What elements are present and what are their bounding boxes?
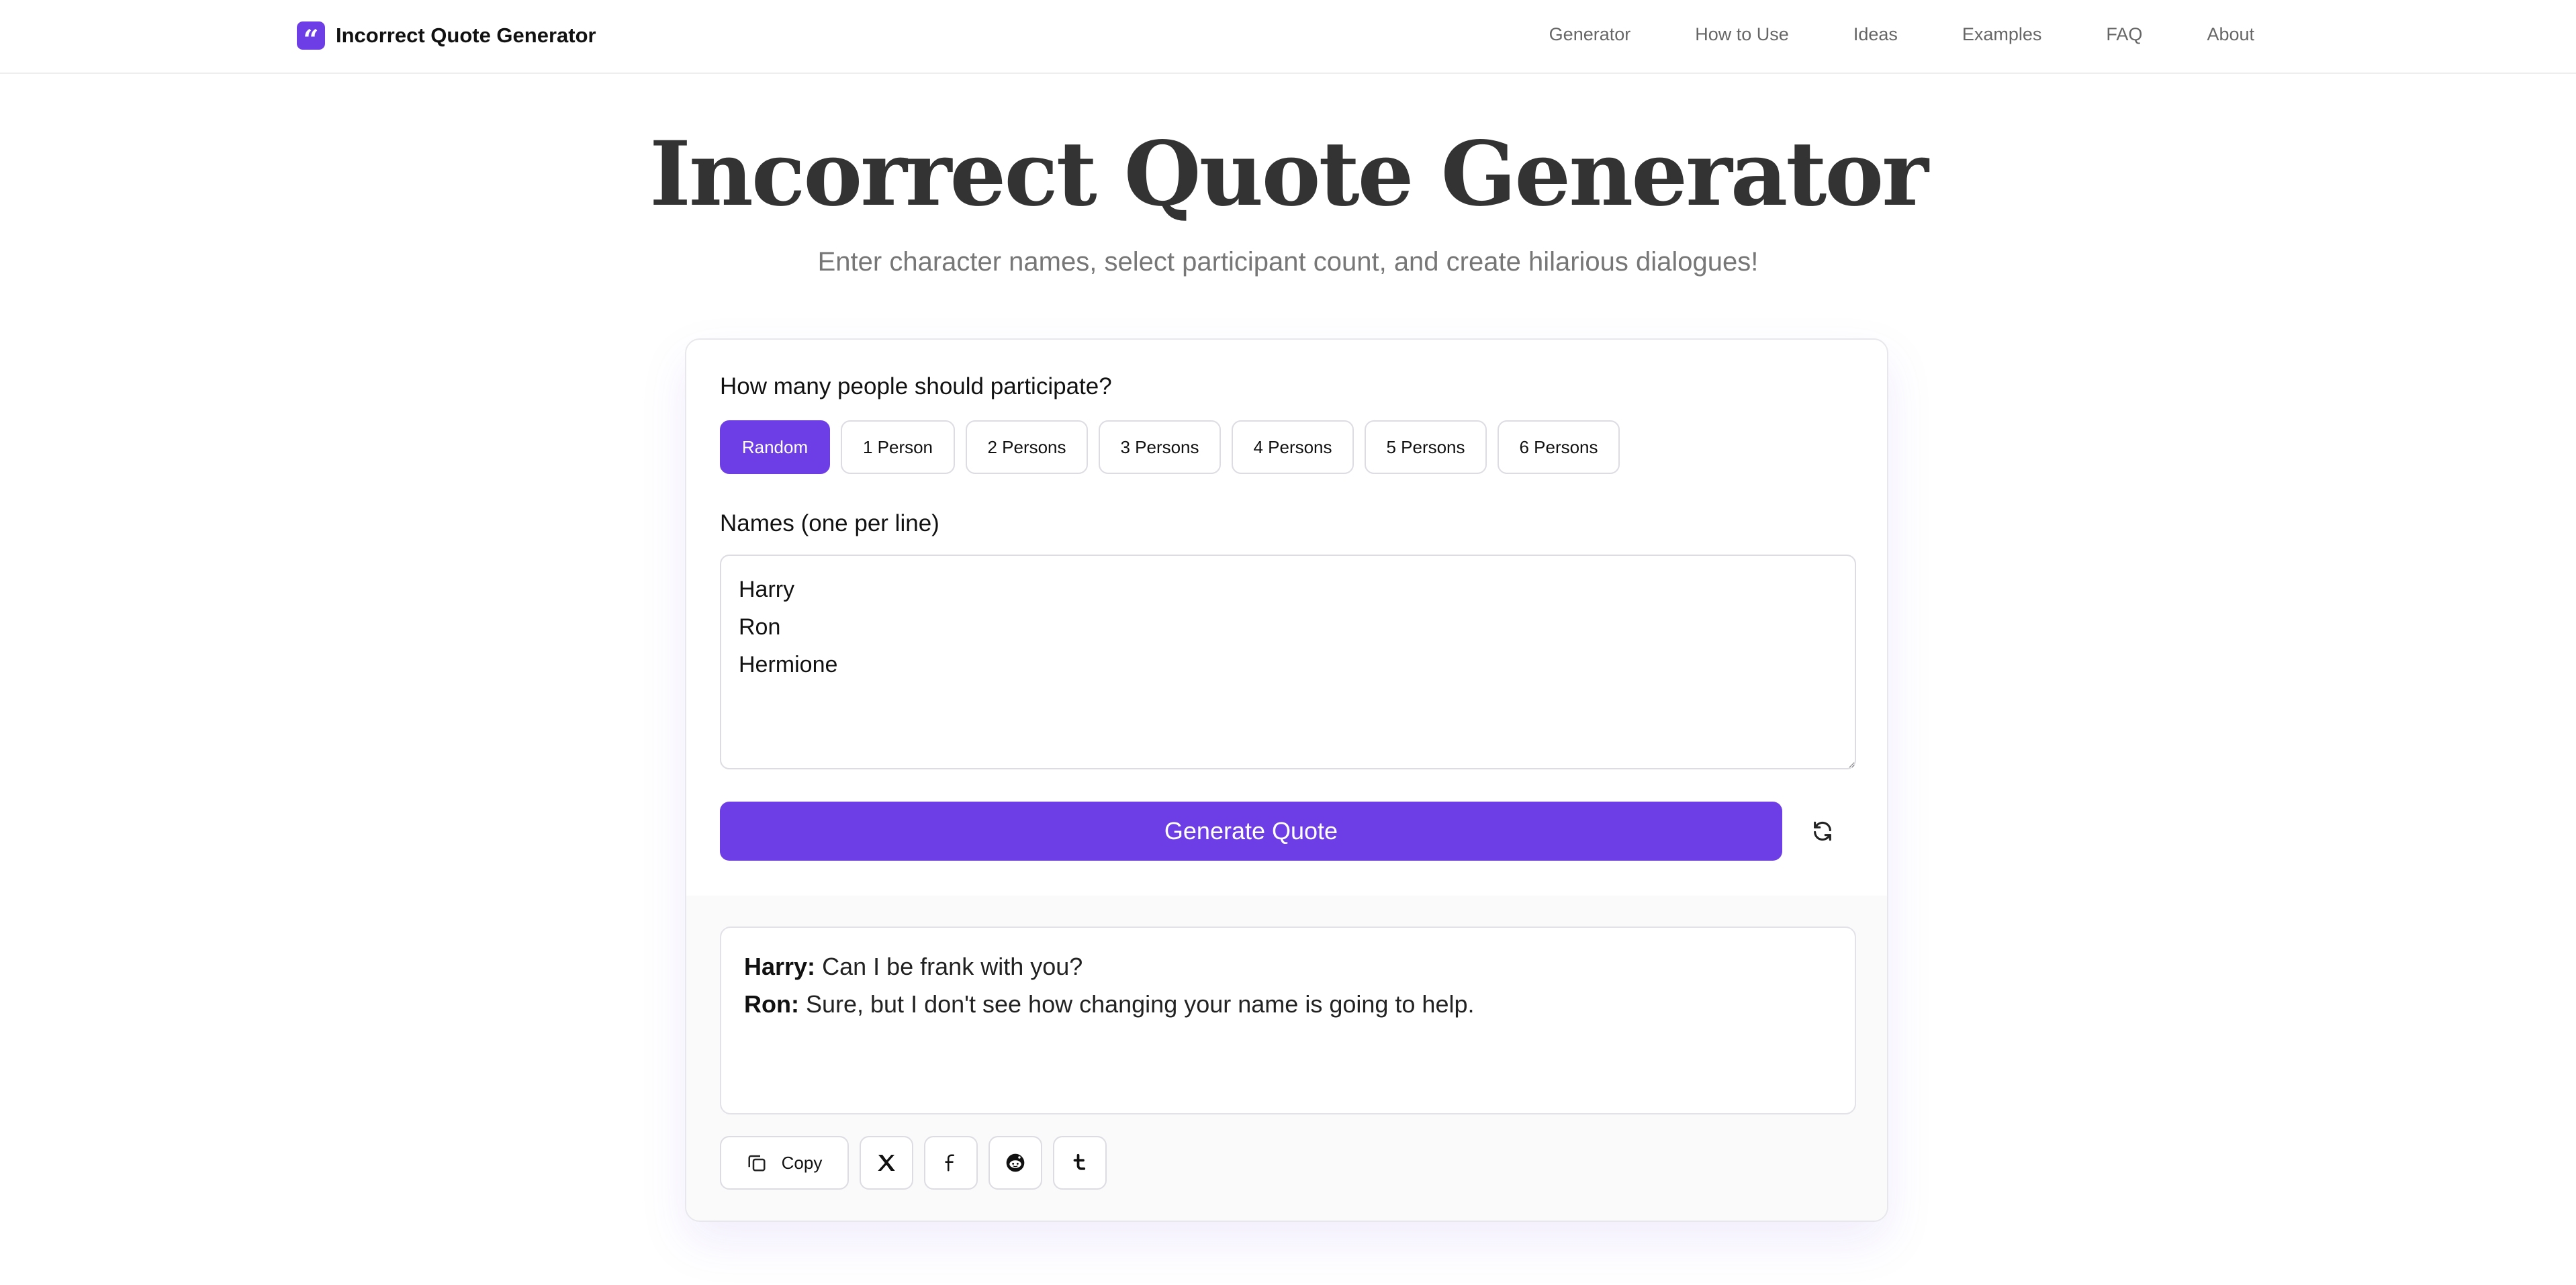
option-1-person[interactable]: 1 Person: [841, 420, 955, 474]
quote-text: Can I be frank with you?: [815, 953, 1083, 980]
copy-button[interactable]: Copy: [720, 1136, 849, 1190]
facebook-icon: [941, 1153, 961, 1173]
option-random[interactable]: Random: [720, 420, 830, 474]
generated-quote: Harry: Can I be frank with you? Ron: Sur…: [720, 926, 1856, 1114]
copy-label: Copy: [781, 1152, 823, 1173]
names-label: Names (one per line): [720, 510, 939, 536]
nav-link-about[interactable]: About: [2207, 24, 2254, 45]
nav-link-ideas[interactable]: Ideas: [1853, 24, 1898, 45]
quote-line: Ron: Sure, but I don't see how changing …: [744, 986, 1832, 1023]
quote-icon: “: [297, 21, 325, 54]
nav-link-how-to-use[interactable]: How to Use: [1695, 24, 1789, 45]
quote-speaker: Harry:: [744, 953, 816, 980]
x-twitter-icon: [876, 1152, 897, 1174]
names-textarea[interactable]: Harry Ron Hermione: [720, 555, 1856, 769]
refresh-icon: [1811, 820, 1834, 843]
participant-count-label: How many people should participate?: [720, 373, 1112, 399]
refresh-button[interactable]: [1801, 810, 1844, 853]
page-subtitle: Enter character names, select participan…: [817, 247, 1759, 277]
share-reddit-button[interactable]: [988, 1136, 1042, 1190]
participant-count-options: Random 1 Person 2 Persons 3 Persons 4 Pe…: [720, 420, 1620, 474]
output-section: Harry: Can I be frank with you? Ron: Sur…: [686, 896, 1887, 1221]
reddit-icon: [1005, 1152, 1026, 1174]
quote-text: Sure, but I don't see how changing your …: [798, 990, 1475, 1018]
quote-speaker: Ron:: [744, 990, 799, 1018]
option-4-persons[interactable]: 4 Persons: [1232, 420, 1354, 474]
option-6-persons[interactable]: 6 Persons: [1498, 420, 1620, 474]
share-tumblr-button[interactable]: [1053, 1136, 1107, 1190]
tumblr-icon: [1070, 1153, 1090, 1173]
page-title: Incorrect Quote Generator: [649, 122, 1929, 226]
option-5-persons[interactable]: 5 Persons: [1365, 420, 1487, 474]
nav-links: Generator How to Use Ideas Examples FAQ …: [1549, 24, 2254, 45]
nav-link-examples[interactable]: Examples: [1962, 24, 2042, 45]
share-actions: Copy: [720, 1136, 1107, 1190]
nav-link-generator[interactable]: Generator: [1549, 24, 1631, 45]
generator-card: How many people should participate? Rand…: [685, 338, 1888, 1222]
share-facebook-button[interactable]: [924, 1136, 978, 1190]
brand[interactable]: “ Incorrect Quote Generator: [297, 21, 596, 54]
generate-quote-button[interactable]: Generate Quote: [720, 802, 1782, 861]
copy-icon: [747, 1153, 767, 1173]
quote-line: Harry: Can I be frank with you?: [744, 948, 1832, 986]
option-2-persons[interactable]: 2 Persons: [966, 420, 1088, 474]
top-navigation: “ Incorrect Quote Generator Generator Ho…: [0, 0, 2576, 74]
brand-name: Incorrect Quote Generator: [336, 23, 596, 47]
nav-link-faq[interactable]: FAQ: [2106, 24, 2142, 45]
share-x-button[interactable]: [860, 1136, 913, 1190]
option-3-persons[interactable]: 3 Persons: [1099, 420, 1221, 474]
